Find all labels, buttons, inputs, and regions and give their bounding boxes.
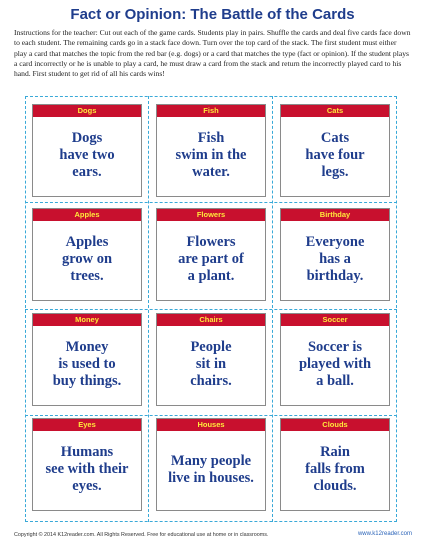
game-card: Dogs Dogs have two ears. xyxy=(32,104,142,197)
card-topic: Dogs xyxy=(33,105,141,117)
card-topic: Soccer xyxy=(281,314,389,326)
game-card: Houses Many people live in houses. xyxy=(156,418,266,511)
card-statement: Apples grow on trees. xyxy=(61,234,113,284)
game-card: Soccer Soccer is played with a ball. xyxy=(280,313,390,406)
game-card: Money Money is used to buy things. xyxy=(32,313,142,406)
game-card: Chairs People sit in chairs. xyxy=(156,313,266,406)
page-title: Fact or Opinion: The Battle of the Cards xyxy=(70,6,355,23)
card-statement: Money is used to buy things. xyxy=(52,339,122,389)
card-topic: Eyes xyxy=(33,419,141,431)
card-statement: Flowers are part of a plant. xyxy=(178,234,244,284)
card-topic: Flowers xyxy=(157,209,265,221)
game-card: Eyes Humans see with their eyes. xyxy=(32,418,142,511)
game-card: Apples Apples grow on trees. xyxy=(32,208,142,301)
card-statement: Soccer is played with a ball. xyxy=(298,339,372,389)
instructions-text: Instructions for the teacher: Cut out ea… xyxy=(14,28,411,79)
copyright-notice: Copyright © 2014 K12reader.com. All Righ… xyxy=(14,532,269,538)
cut-line-horizontal xyxy=(25,415,397,416)
card-statement: Many people live in houses. xyxy=(168,452,254,486)
card-topic: Houses xyxy=(157,419,265,431)
site-url[interactable]: www.k12reader.com xyxy=(358,531,412,537)
card-topic: Chairs xyxy=(157,314,265,326)
card-topic: Birthday xyxy=(281,209,389,221)
card-statement: Humans see with their eyes. xyxy=(45,444,129,494)
card-topic: Clouds xyxy=(281,419,389,431)
card-statement: Cats have four legs. xyxy=(305,130,365,180)
game-card: Clouds Rain falls from clouds. xyxy=(280,418,390,511)
cut-line-horizontal xyxy=(25,309,397,310)
game-card: Cats Cats have four legs. xyxy=(280,104,390,197)
game-card: Fish Fish swim in the water. xyxy=(156,104,266,197)
card-statement: Dogs have two ears. xyxy=(59,130,115,180)
card-topic: Money xyxy=(33,314,141,326)
card-topic: Cats xyxy=(281,105,389,117)
cut-line-horizontal xyxy=(25,202,397,203)
card-statement: Everyone has a birthday. xyxy=(305,234,365,284)
card-statement: People sit in chairs. xyxy=(190,339,232,389)
card-topic: Apples xyxy=(33,209,141,221)
game-card: Flowers Flowers are part of a plant. xyxy=(156,208,266,301)
card-statement: Fish swim in the water. xyxy=(175,130,247,180)
card-statement: Rain falls from clouds. xyxy=(305,444,365,494)
game-card: Birthday Everyone has a birthday. xyxy=(280,208,390,301)
card-topic: Fish xyxy=(157,105,265,117)
